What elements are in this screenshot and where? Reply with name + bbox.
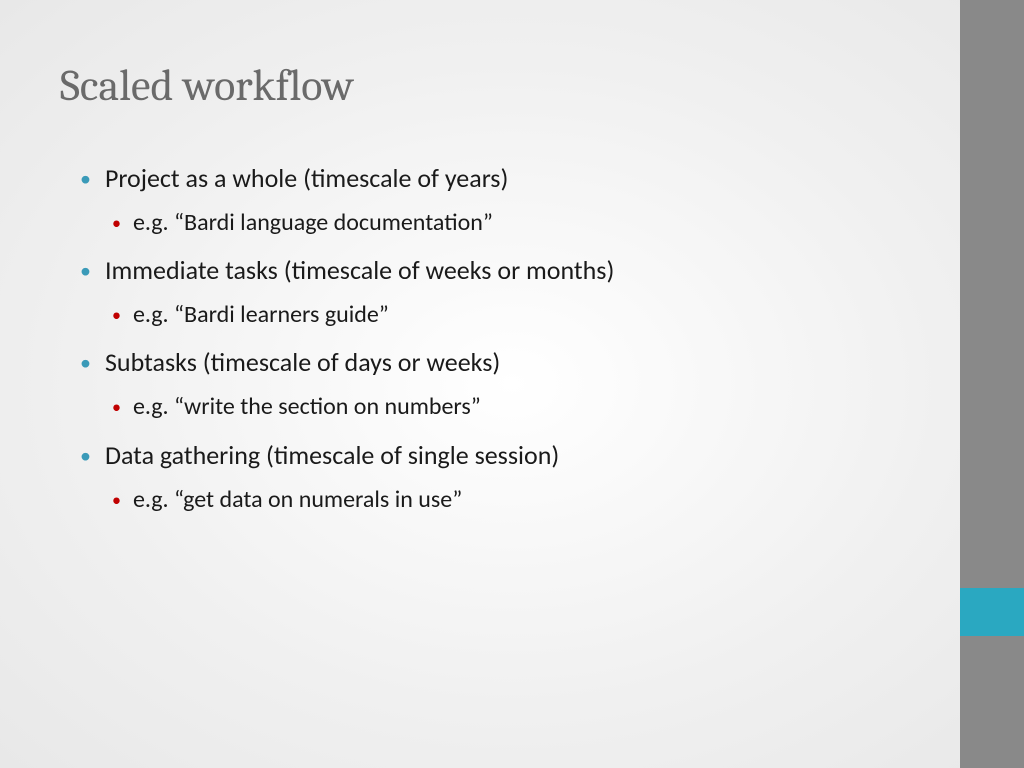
list-item: • Data gathering (timescale of single se… (80, 436, 910, 475)
bullet-text: e.g. “Bardi learners guide” (133, 296, 389, 333)
bullet-icon: • (80, 168, 91, 190)
bullet-icon: • (112, 214, 121, 232)
bullet-text: Immediate tasks (timescale of weeks or m… (105, 251, 614, 290)
list-item: • Subtasks (timescale of days or weeks) (80, 343, 910, 382)
bullet-text: e.g. “get data on numerals in use” (133, 481, 462, 518)
list-item: • e.g. “Bardi learners guide” (80, 296, 910, 333)
list-item: • e.g. “get data on numerals in use” (80, 481, 910, 518)
slide-content: Scaled workflow • Project as a whole (ti… (0, 0, 960, 768)
list-item: • e.g. “write the section on numbers” (80, 388, 910, 425)
bullet-text: e.g. “Bardi language documentation” (133, 204, 493, 241)
list-item: • Project as a whole (timescale of years… (80, 159, 910, 198)
bullet-text: Subtasks (timescale of days or weeks) (105, 343, 500, 382)
bullet-text: Project as a whole (timescale of years) (105, 159, 508, 198)
accent-decoration (960, 588, 1024, 636)
bullet-text: Data gathering (timescale of single sess… (105, 436, 559, 475)
slide-title: Scaled workflow (60, 60, 910, 111)
list-item: • Immediate tasks (timescale of weeks or… (80, 251, 910, 290)
bullet-text: e.g. “write the section on numbers” (133, 388, 481, 425)
bullet-icon: • (112, 398, 121, 416)
list-item: • e.g. “Bardi language documentation” (80, 204, 910, 241)
bullet-icon: • (80, 260, 91, 282)
bullet-icon: • (80, 445, 91, 467)
bullet-icon: • (80, 352, 91, 374)
bullet-icon: • (112, 491, 121, 509)
sidebar-decoration (960, 0, 1024, 768)
bullet-list: • Project as a whole (timescale of years… (60, 159, 910, 518)
bullet-icon: • (112, 306, 121, 324)
